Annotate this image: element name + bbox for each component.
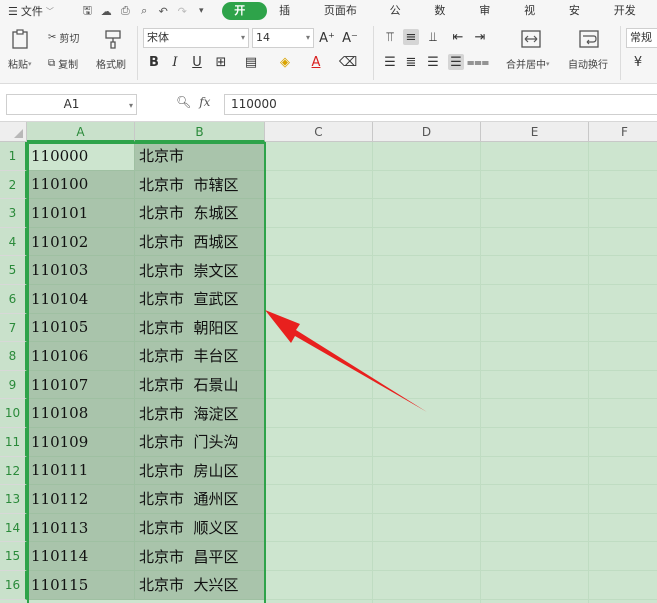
arrow-icon	[265, 310, 427, 412]
name-box[interactable]: A1 ▾	[6, 94, 137, 115]
align-middle-icon[interactable]: ≡	[403, 29, 419, 45]
decrease-font-icon[interactable]: A⁻	[342, 30, 358, 46]
tab-review[interactable]: 审阅	[467, 2, 512, 35]
auto-wrap-button[interactable]: 自动换行	[568, 56, 608, 71]
paste-icon[interactable]	[10, 28, 32, 50]
align-center-icon[interactable]: ≣	[403, 54, 419, 70]
distributed-icon[interactable]: ⩶	[467, 54, 489, 70]
divider	[137, 26, 138, 80]
cloud-icon[interactable]: ☁	[99, 4, 113, 18]
annotation-arrow	[265, 310, 427, 412]
underline-icon[interactable]: U	[189, 54, 205, 70]
file-menu-label: 文件	[20, 5, 43, 18]
borders-icon[interactable]: ⊞	[213, 54, 229, 70]
merge-center-icon[interactable]	[520, 28, 542, 50]
chevron-down-icon: ▾	[240, 33, 245, 42]
undo-icon[interactable]: ↶	[156, 4, 170, 18]
copy-button[interactable]: ⧉ 复制	[48, 56, 78, 71]
scissors-icon: ✂	[48, 32, 57, 43]
tab-formulas[interactable]: 公式	[378, 2, 423, 35]
align-bottom-icon[interactable]: ⫫	[425, 29, 441, 45]
currency-icon[interactable]: ¥	[630, 54, 646, 70]
chevron-down-icon: ▾	[305, 33, 310, 42]
format-painter-button[interactable]: 格式刷	[96, 56, 126, 71]
decrease-indent-icon[interactable]: ⇤	[450, 29, 466, 45]
number-format-select[interactable]: 常规	[626, 28, 657, 48]
align-left-icon[interactable]: ☰	[382, 54, 398, 70]
formula-bar: A1 ▾ 🔍︎ fx 110000	[0, 84, 657, 122]
merge-center-button[interactable]: 合并居中 ▾	[506, 56, 550, 72]
print-preview-icon[interactable]: ⌕	[137, 4, 151, 18]
zoom-icon[interactable]: 🔍︎	[176, 95, 191, 109]
hamburger-icon: ☰	[8, 4, 18, 18]
paste-button[interactable]: 粘贴 ▾	[8, 56, 32, 72]
fx-icon[interactable]: fx	[199, 95, 210, 109]
tab-developer[interactable]: 开发工	[602, 2, 657, 35]
ribbon-toolbar: 粘贴 ▾ ✂ 剪切 ⧉ 复制 格式刷 宋体 ▾ 14 ▾ A⁺ A⁻ B I U …	[0, 22, 657, 84]
spreadsheet-grid[interactable]: ABCDEF 1 110000 北京市 2 110100 北京市 市辖区 3 110101 北京…	[0, 122, 657, 603]
increase-indent-icon[interactable]: ⇥	[472, 29, 488, 45]
file-menu[interactable]: ☰ 文件 ﹀	[0, 3, 70, 19]
number-format-value: 常规	[630, 31, 652, 44]
font-size-value: 14	[256, 31, 270, 44]
tab-insert[interactable]: 插入	[267, 2, 312, 35]
tab-home[interactable]: 开始	[222, 2, 268, 35]
paste-label: 粘贴	[8, 60, 28, 71]
format-painter-label: 格式刷	[96, 60, 126, 71]
copy-label: 复制	[58, 60, 79, 71]
italic-icon[interactable]: I	[167, 54, 183, 70]
wrap-text-icon[interactable]	[578, 28, 600, 50]
chevron-down-icon: ▾	[128, 101, 133, 110]
formula-input[interactable]: 110000	[224, 94, 657, 115]
font-name-value: 宋体	[147, 31, 169, 44]
ribbon-tabs: 开始 插入 页面布局 公式 数据 审阅 视图 安全 开发工	[222, 2, 657, 35]
formula-tools: 🔍︎ fx	[176, 95, 210, 109]
customize-icon[interactable]: ▾	[194, 4, 208, 18]
tab-data[interactable]: 数据	[422, 2, 467, 35]
align-right-icon[interactable]: ☰	[425, 54, 441, 70]
print-icon[interactable]: ⎙	[118, 4, 132, 18]
divider	[373, 26, 374, 80]
eraser-icon[interactable]: ⌫	[339, 54, 357, 70]
increase-font-icon[interactable]: A⁺	[319, 30, 335, 46]
tab-page-layout[interactable]: 页面布局	[312, 2, 378, 35]
bold-icon[interactable]: B	[146, 54, 162, 70]
quick-access-toolbar: 🖫 ☁ ⎙ ⌕ ↶ ↷ ▾	[80, 4, 208, 18]
font-name-select[interactable]: 宋体 ▾	[143, 28, 249, 48]
font-size-select[interactable]: 14 ▾	[252, 28, 314, 48]
auto-wrap-label: 自动换行	[568, 60, 608, 71]
justify-icon[interactable]: ☰	[448, 54, 464, 70]
font-color-icon[interactable]: A	[308, 54, 324, 70]
menu-bar: ☰ 文件 ﹀ 🖫 ☁ ⎙ ⌕ ↶ ↷ ▾ 开始 插入 页面布局 公式 数据 审阅…	[0, 0, 657, 35]
format-painter-icon[interactable]	[103, 28, 125, 50]
divider	[620, 26, 621, 80]
fill-pattern-icon[interactable]: ▤	[243, 54, 259, 70]
save-icon[interactable]: 🖫	[80, 4, 94, 18]
align-top-icon[interactable]: ⫪	[382, 29, 398, 45]
chevron-down-icon: ﹀	[45, 6, 54, 16]
cut-button[interactable]: ✂ 剪切	[48, 30, 79, 45]
redo-icon[interactable]: ↷	[175, 4, 189, 18]
copy-icon: ⧉	[48, 58, 56, 69]
cell-reference: A1	[63, 97, 80, 111]
cut-label: 剪切	[59, 34, 80, 45]
merge-center-label: 合并居中	[506, 60, 546, 71]
fill-color-icon[interactable]: ◈	[277, 54, 293, 70]
tab-view[interactable]: 视图	[512, 2, 557, 35]
tab-security[interactable]: 安全	[557, 2, 602, 35]
